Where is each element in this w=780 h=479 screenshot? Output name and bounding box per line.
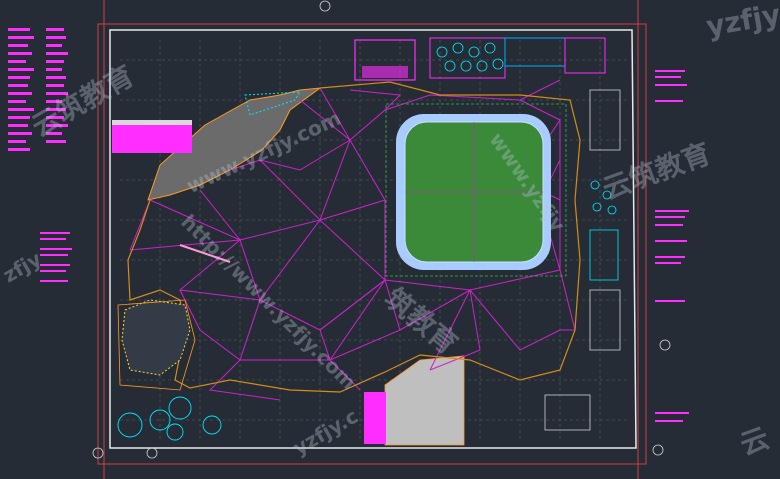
white-band-left [112,120,192,125]
site-plan-drawing [8,0,689,479]
cad-drawing-canvas: yzfjy www.yzfjy.com 云筑教育 http://www.yzfj… [0,0,780,479]
left-callouts [40,232,72,282]
tree-canopies [117,396,222,441]
right-callouts [655,70,689,422]
structural-grid [120,40,630,440]
magenta-block-bottom [364,392,386,444]
pathway-line [179,244,231,263]
plaza-area [384,355,465,446]
star-palms-right [590,180,617,215]
left-legend-columns [8,28,68,151]
left-pond [121,299,191,376]
central-pool [385,103,567,277]
star-palms-top [436,42,504,72]
magenta-block-left [112,125,192,153]
